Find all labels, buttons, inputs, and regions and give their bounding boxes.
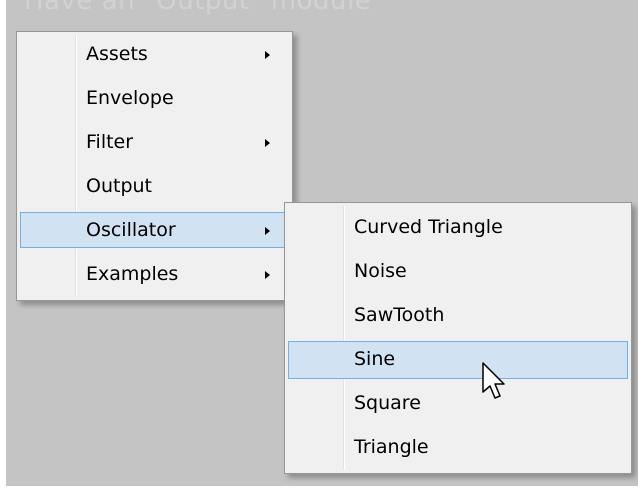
oscillator-submenu: Curved Triangle Noise SawTooth Sine Squa… bbox=[284, 202, 632, 474]
menu-item-label: Output bbox=[86, 175, 152, 197]
menu-item-oscillator[interactable]: Oscillator bbox=[20, 212, 289, 248]
menu-item-examples[interactable]: Examples bbox=[20, 256, 289, 292]
submenu-item-sawtooth[interactable]: SawTooth bbox=[288, 297, 628, 333]
submenu-item-noise[interactable]: Noise bbox=[288, 253, 628, 289]
menu-item-output[interactable]: Output bbox=[20, 168, 289, 204]
menu-item-label: Examples bbox=[86, 263, 179, 285]
menu-item-label: Filter bbox=[86, 131, 134, 153]
submenu-item-sine[interactable]: Sine bbox=[288, 341, 628, 379]
background-caption: Have an "Output" module bbox=[24, 0, 372, 16]
submenu-item-label: SawTooth bbox=[354, 304, 445, 326]
menu-item-label: Envelope bbox=[86, 87, 174, 109]
submenu-arrow-icon bbox=[265, 227, 270, 235]
submenu-item-label: Curved Triangle bbox=[354, 216, 503, 238]
submenu-item-curved-triangle[interactable]: Curved Triangle bbox=[288, 209, 628, 245]
submenu-item-label: Sine bbox=[354, 348, 396, 370]
menu-item-envelope[interactable]: Envelope bbox=[20, 80, 289, 116]
menu-item-label: Assets bbox=[86, 43, 148, 65]
menu-item-filter[interactable]: Filter bbox=[20, 124, 289, 160]
submenu-item-label: Triangle bbox=[354, 436, 429, 458]
submenu-item-label: Square bbox=[354, 392, 421, 414]
context-menu: Assets Envelope Filter Output Oscillator… bbox=[16, 31, 293, 301]
submenu-arrow-icon bbox=[265, 271, 270, 279]
menu-item-label: Oscillator bbox=[86, 219, 176, 241]
menu-item-assets[interactable]: Assets bbox=[20, 36, 289, 72]
submenu-arrow-icon bbox=[265, 139, 270, 147]
mouse-pointer-icon bbox=[482, 362, 505, 399]
submenu-item-square[interactable]: Square bbox=[288, 385, 628, 421]
submenu-arrow-icon bbox=[265, 51, 270, 59]
submenu-item-label: Noise bbox=[354, 260, 407, 282]
submenu-item-triangle[interactable]: Triangle bbox=[288, 429, 628, 465]
